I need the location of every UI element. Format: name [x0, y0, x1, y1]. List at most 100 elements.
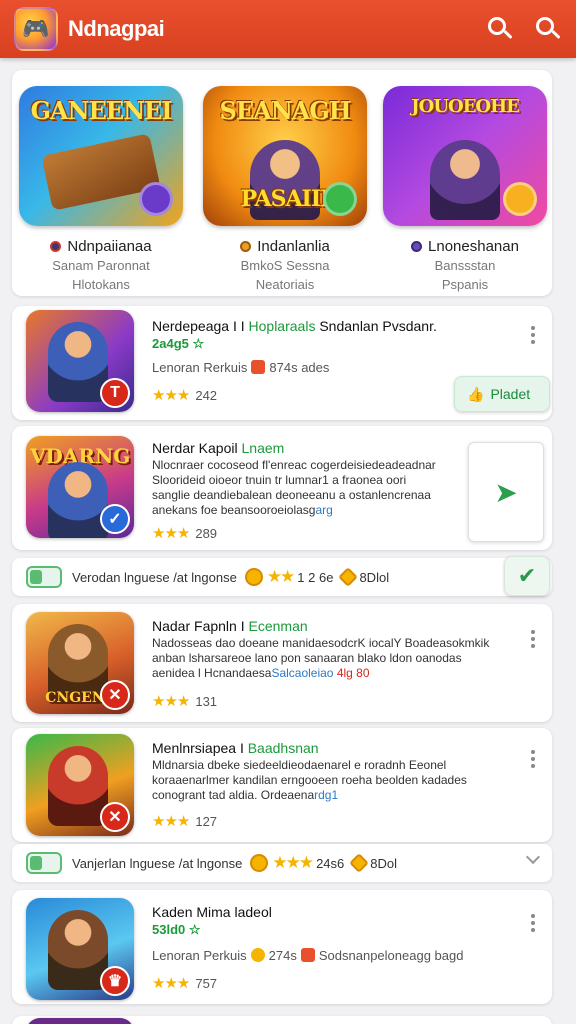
- featured-banner: SEANAGH: [219, 96, 352, 125]
- featured-title: Lnoneshanan: [428, 238, 519, 255]
- item-rating: ★★★ 127: [152, 813, 218, 830]
- item-description: Nadosseas dao doeane manidaesodcrK iocal…: [152, 636, 490, 680]
- dot-icon: [411, 241, 423, 252]
- dot-icon: [50, 241, 62, 252]
- item-rating: ★★★ 757: [152, 975, 218, 992]
- item-title: Menlnrsiapea I Baadhsnan: [152, 740, 319, 756]
- list-item[interactable]: [12, 1016, 552, 1024]
- list-item[interactable]: T Nerdepeaga I I Hoplaraals Sndanlan Pvs…: [12, 306, 552, 420]
- crown-badge-icon: ♛: [100, 966, 130, 996]
- game-logo-icon[interactable]: 🎮: [14, 7, 58, 51]
- featured-title: Ndnpaiianaa: [67, 238, 152, 255]
- chevron-down-icon[interactable]: [525, 849, 541, 865]
- featured-image[interactable]: SEANAGH PASAIII: [203, 86, 367, 226]
- tag-icon: [251, 360, 266, 374]
- check-badge-icon: ✓: [100, 504, 130, 534]
- item-meta: Lenoran Perkuis 274s Sodsnanpeloneagg bagd: [152, 948, 464, 963]
- game-thumbnail[interactable]: ♛: [26, 898, 134, 1000]
- featured-sub: Sanam Paronnat: [52, 258, 150, 273]
- item-title: Nerdepeaga I I Hoplaraals Sndanlan Pvsda…: [152, 318, 437, 334]
- star-rating-icon: ★★★: [152, 387, 190, 404]
- play-button[interactable]: 👍 Pladet: [454, 376, 550, 412]
- item-rating: ★★★ 131: [152, 693, 218, 710]
- star-rating-icon: ★★★: [152, 525, 190, 542]
- featured-card[interactable]: JOUOEOHE Lnoneshanan Banssstan Pspanis: [382, 86, 548, 293]
- share-button[interactable]: ➤: [468, 442, 544, 542]
- featured-sub: Pspanis: [441, 277, 489, 292]
- hero-icon: [48, 910, 108, 990]
- list-item[interactable]: ✕ Menlnrsiapea I Baadhsnan Mldnarsia dbe…: [12, 728, 552, 842]
- search-icon[interactable]: [486, 15, 514, 43]
- featured-sub: BmkoS Sessna: [240, 258, 330, 273]
- search-icon[interactable]: [534, 15, 562, 43]
- featured-card[interactable]: GANEENEI Ndnpaiianaa Sanam Paronnat Hlot…: [18, 86, 184, 293]
- item-meta: Lenoran Rerkuis 874s ades: [152, 360, 330, 375]
- strip-value: 1 2 6e: [297, 569, 334, 585]
- star-icon: [349, 853, 370, 873]
- close-badge-icon: ✕: [100, 802, 130, 832]
- game-thumbnail[interactable]: T: [26, 310, 134, 412]
- star-rating-icon: ★★★: [152, 813, 190, 830]
- list-item[interactable]: ♛ Kaden Mima ladeol 53ld0 ☆ Lenoran Perk…: [12, 890, 552, 1004]
- strip-label: Vanjerlan lnguese /at lngonse: [72, 855, 243, 871]
- featured-section: GANEENEI Ndnpaiianaa Sanam Paronnat Hlot…: [12, 70, 552, 296]
- option-strip[interactable]: Vanjerlan lnguese /at lngonse ★★★ 24s6 8…: [12, 844, 552, 882]
- more-icon[interactable]: [530, 914, 536, 932]
- check-icon: ✔: [517, 563, 537, 588]
- coin-icon: [250, 948, 265, 962]
- option-strip[interactable]: Verodan lnguese /at lngonse ★★ 1 2 6e 8D…: [12, 558, 552, 596]
- star-rating-icon: ★★★: [272, 853, 314, 872]
- featured-sub: Hlotokans: [72, 277, 130, 292]
- item-description: Nlocnraer cocoseod fl'enreac cogerdeisie…: [152, 458, 436, 517]
- close-badge-icon: ✕: [100, 680, 130, 710]
- star-rating-icon: ★★★: [152, 975, 190, 992]
- app-title: Ndnagpai: [68, 16, 165, 41]
- coin-icon: [503, 182, 537, 216]
- list-item[interactable]: CNGENS ✕ Nadar Fapnln I Ecenman Nadossea…: [12, 604, 552, 722]
- item-price: 53ld0 ☆: [152, 922, 201, 937]
- item-price: 2a4g5 ☆: [152, 336, 205, 351]
- featured-image[interactable]: JOUOEOHE: [383, 86, 547, 226]
- star-rating-icon: ★★★: [152, 693, 190, 710]
- featured-card[interactable]: SEANAGH PASAIII Indanlanlia BmkoS Sessna…: [202, 86, 368, 293]
- featured-title: Indanlanlia: [257, 238, 330, 255]
- item-title: Nerdar Kapoil Lnaem: [152, 440, 285, 456]
- featured-banner: JOUOEOHE: [411, 96, 520, 117]
- app-header: 🎮 Ndnagpai: [0, 0, 576, 58]
- item-rating: ★★★ 242: [152, 387, 218, 404]
- thumbs-up-icon: 👍: [467, 385, 485, 402]
- list-item[interactable]: VDARNG ✓ Nerdar Kapoil Lnaem Nlocnraer c…: [12, 426, 552, 550]
- toggle-switch[interactable]: [26, 852, 62, 874]
- gem-icon: [139, 182, 173, 216]
- strip-value: 24s6: [316, 855, 345, 871]
- confirm-button[interactable]: ✔: [504, 556, 550, 596]
- more-icon[interactable]: [530, 750, 536, 768]
- hero-icon: [430, 140, 500, 220]
- game-thumbnail[interactable]: CNGENS ✕: [26, 612, 134, 714]
- game-badge-icon: T: [100, 378, 130, 408]
- featured-sub: Neatoriais: [255, 277, 315, 292]
- game-thumbnail[interactable]: [26, 1018, 134, 1024]
- item-description: Mldnarsia dbeke siedeeldieodaenarel e ro…: [152, 758, 467, 802]
- strip-value: 8Dlol: [359, 569, 390, 585]
- tag-icon: [300, 948, 315, 962]
- featured-image[interactable]: GANEENEI: [19, 86, 183, 226]
- badge-icon: [323, 182, 357, 216]
- coin-icon: [250, 854, 269, 872]
- hero-icon: [48, 322, 108, 402]
- game-thumbnail[interactable]: ✕: [26, 734, 134, 836]
- more-icon[interactable]: [530, 326, 536, 344]
- toggle-switch[interactable]: [26, 566, 62, 588]
- item-title: Nadar Fapnln I Ecenman: [152, 618, 308, 634]
- hero-icon: [48, 462, 108, 538]
- featured-banner: GANEENEI: [30, 96, 172, 125]
- strip-value: 8Dol: [370, 855, 398, 871]
- more-icon[interactable]: [530, 630, 536, 648]
- coin-icon: [244, 568, 263, 586]
- dot-icon: [240, 241, 252, 252]
- star-rating-icon: ★★: [266, 567, 296, 586]
- item-rating: ★★★ 289: [152, 525, 218, 542]
- game-thumbnail[interactable]: VDARNG ✓: [26, 436, 134, 538]
- strip-label: Verodan lnguese /at lngonse: [72, 569, 237, 585]
- item-title: Kaden Mima ladeol: [152, 904, 272, 920]
